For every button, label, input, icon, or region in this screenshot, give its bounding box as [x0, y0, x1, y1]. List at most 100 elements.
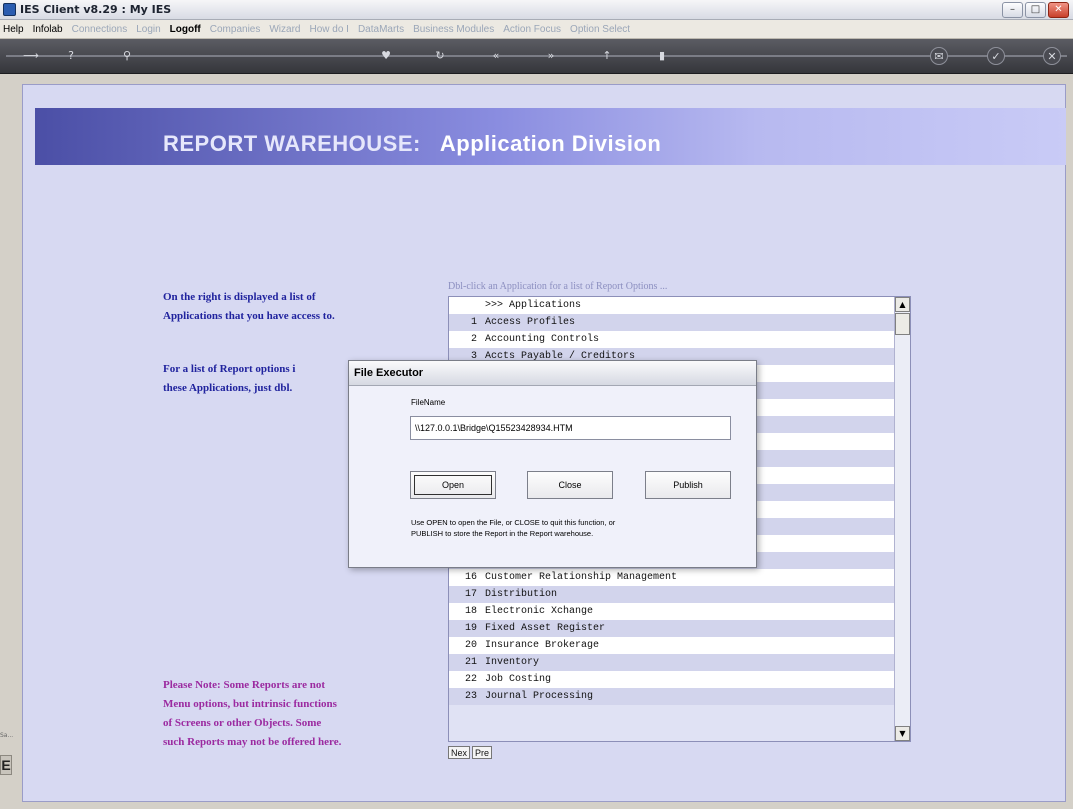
menu-infolab[interactable]: Infolab	[33, 24, 63, 35]
list-item-label: Distribution	[485, 589, 558, 600]
list-item-label: Insurance Brokerage	[485, 640, 600, 651]
menu-connections[interactable]: Connections	[72, 24, 128, 35]
dialog-help-line: Use OPEN to open the File, or CLOSE to q…	[411, 518, 616, 527]
fast-forward-icon[interactable]: »	[542, 47, 560, 65]
window-title: IES Client v8.29 : My IES	[20, 3, 172, 16]
window-controls: – □ ✕	[1002, 2, 1069, 18]
menu-login[interactable]: Login	[136, 24, 160, 35]
list-item-number: 19	[464, 623, 477, 634]
info-text-1: On the right is displayed a list of Appl…	[163, 288, 335, 326]
list-item[interactable]: 20 Insurance Brokerage	[449, 637, 894, 654]
list-item-label: Inventory	[485, 657, 540, 668]
scroll-thumb[interactable]	[895, 313, 910, 335]
publish-button[interactable]: Publish	[645, 471, 731, 499]
list-caption: Dbl-click an Application for a list of R…	[448, 281, 668, 292]
dialog-help-text: Use OPEN to open the File, or CLOSE to q…	[411, 517, 731, 539]
page-title-part1: REPORT WAREHOUSE:	[163, 131, 421, 156]
scroll-up-button[interactable]: ▲	[895, 297, 910, 312]
note-text: Please Note: Some Reports are not Menu o…	[163, 676, 341, 752]
toolbar-track	[6, 55, 1067, 57]
list-item[interactable]: 17 Distribution	[449, 586, 894, 603]
list-item-number: 1	[470, 317, 477, 328]
list-item[interactable]: 23 Journal Processing	[449, 688, 894, 705]
heart-icon[interactable]: ♥	[377, 47, 395, 65]
menu-bar: Help Infolab Connections Login Logoff Co…	[0, 20, 1073, 39]
list-item[interactable]: 22 Job Costing	[449, 671, 894, 688]
list-item-label: Accounting Controls	[485, 334, 600, 345]
list-item-number: 23	[464, 691, 477, 702]
list-item-number: 18	[464, 606, 477, 617]
list-item-number: 20	[464, 640, 477, 651]
filename-label: FileName	[411, 398, 446, 407]
menu-how-do-i[interactable]: How do I	[309, 24, 348, 35]
list-item-number: 16	[464, 572, 477, 583]
list-item[interactable]: 18 Electronic Xchange	[449, 603, 894, 620]
info-line: On the right is displayed a list of	[163, 291, 316, 303]
list-item-number: 22	[464, 674, 477, 685]
filename-input[interactable]: \\127.0.0.1\Bridge\Q15523428934.HTM	[410, 416, 731, 440]
prev-button[interactable]: Pre	[472, 746, 493, 759]
dialog-title: File Executor	[354, 367, 424, 379]
list-item-label: Access Profiles	[485, 317, 576, 328]
help-icon[interactable]: ?	[62, 47, 80, 65]
file-executor-dialog: File Executor FileName \\127.0.0.1\Bridg…	[348, 360, 757, 568]
list-item-label: Customer Relationship Management	[485, 572, 678, 583]
menu-companies[interactable]: Companies	[210, 24, 261, 35]
info-line: Applications that you have access to.	[163, 310, 335, 322]
note-line: Menu options, but intrinsic functions	[163, 698, 337, 710]
menu-wizard[interactable]: Wizard	[269, 24, 300, 35]
sidebar-mini-label: Sa...	[0, 732, 14, 739]
list-item[interactable]: 1 Access Profiles	[449, 314, 894, 331]
list-pager: Nex Pre	[448, 746, 493, 759]
close-button[interactable]: Close	[527, 471, 613, 499]
minimize-button[interactable]: –	[1002, 2, 1023, 18]
menu-help[interactable]: Help	[3, 24, 24, 35]
menu-option-select[interactable]: Option Select	[570, 24, 630, 35]
app-icon	[3, 3, 16, 16]
dialog-help-line: PUBLISH to store the Report in the Repor…	[411, 529, 594, 538]
page-title: REPORT WAREHOUSE: Application Division	[163, 131, 661, 157]
list-item-number: 17	[464, 589, 477, 600]
page-title-part2: Application Division	[439, 131, 662, 156]
list-item[interactable]: 16 Customer Relationship Management	[449, 569, 894, 586]
list-item-label: >>> Applications	[485, 300, 582, 311]
refresh-icon[interactable]: ↻	[431, 47, 449, 65]
sidebar-tab[interactable]: E	[0, 755, 12, 775]
up-icon[interactable]: ↑	[598, 47, 616, 65]
note-line: such Reports may not be offered here.	[163, 736, 342, 748]
dialog-titlebar[interactable]: File Executor	[349, 361, 756, 386]
menu-datamarts[interactable]: DataMarts	[358, 24, 404, 35]
check-icon[interactable]: ✓	[987, 47, 1005, 65]
menu-action-focus[interactable]: Action Focus	[503, 24, 561, 35]
list-item[interactable]: >>> Applications	[449, 297, 894, 314]
info-line: these Applications, just dbl.	[163, 382, 293, 394]
maximize-button[interactable]: □	[1025, 2, 1046, 18]
list-item[interactable]: 2 Accounting Controls	[449, 331, 894, 348]
note-line: of Screens or other Objects. Some	[163, 717, 322, 729]
search-icon[interactable]: ⚲	[118, 47, 136, 65]
close-icon[interactable]: ✕	[1043, 47, 1061, 65]
menu-business-modules[interactable]: Business Modules	[413, 24, 494, 35]
rewind-icon[interactable]: «	[487, 47, 505, 65]
next-button[interactable]: Nex	[448, 746, 471, 759]
window-titlebar: IES Client v8.29 : My IES – □ ✕	[0, 0, 1073, 20]
list-item-label: Job Costing	[485, 674, 552, 685]
list-item[interactable]: 21 Inventory	[449, 654, 894, 671]
open-button[interactable]: Open	[410, 471, 496, 499]
arrow-right-icon[interactable]: ⟶	[18, 47, 44, 65]
list-item-number: 21	[464, 657, 477, 668]
scroll-down-button[interactable]: ▼	[895, 726, 910, 741]
mail-icon[interactable]: ✉	[930, 47, 948, 65]
list-item-number: 2	[470, 334, 477, 345]
close-window-button[interactable]: ✕	[1048, 2, 1069, 18]
list-item-label: Electronic Xchange	[485, 606, 594, 617]
bookmark-icon[interactable]: ▮	[653, 47, 671, 65]
list-item-label: Fixed Asset Register	[485, 623, 606, 634]
list-item[interactable]: 19 Fixed Asset Register	[449, 620, 894, 637]
info-line: For a list of Report options i	[163, 363, 296, 375]
list-scrollbar[interactable]: ▲ ▼	[894, 297, 910, 741]
note-line: Please Note: Some Reports are not	[163, 679, 326, 691]
toolbar: ⟶ ? ⚲ ♥ ↻ « » ↑ ▮ ✉ ✓ ✕	[0, 39, 1073, 74]
list-item-label: Journal Processing	[485, 691, 594, 702]
menu-logoff[interactable]: Logoff	[170, 24, 201, 35]
